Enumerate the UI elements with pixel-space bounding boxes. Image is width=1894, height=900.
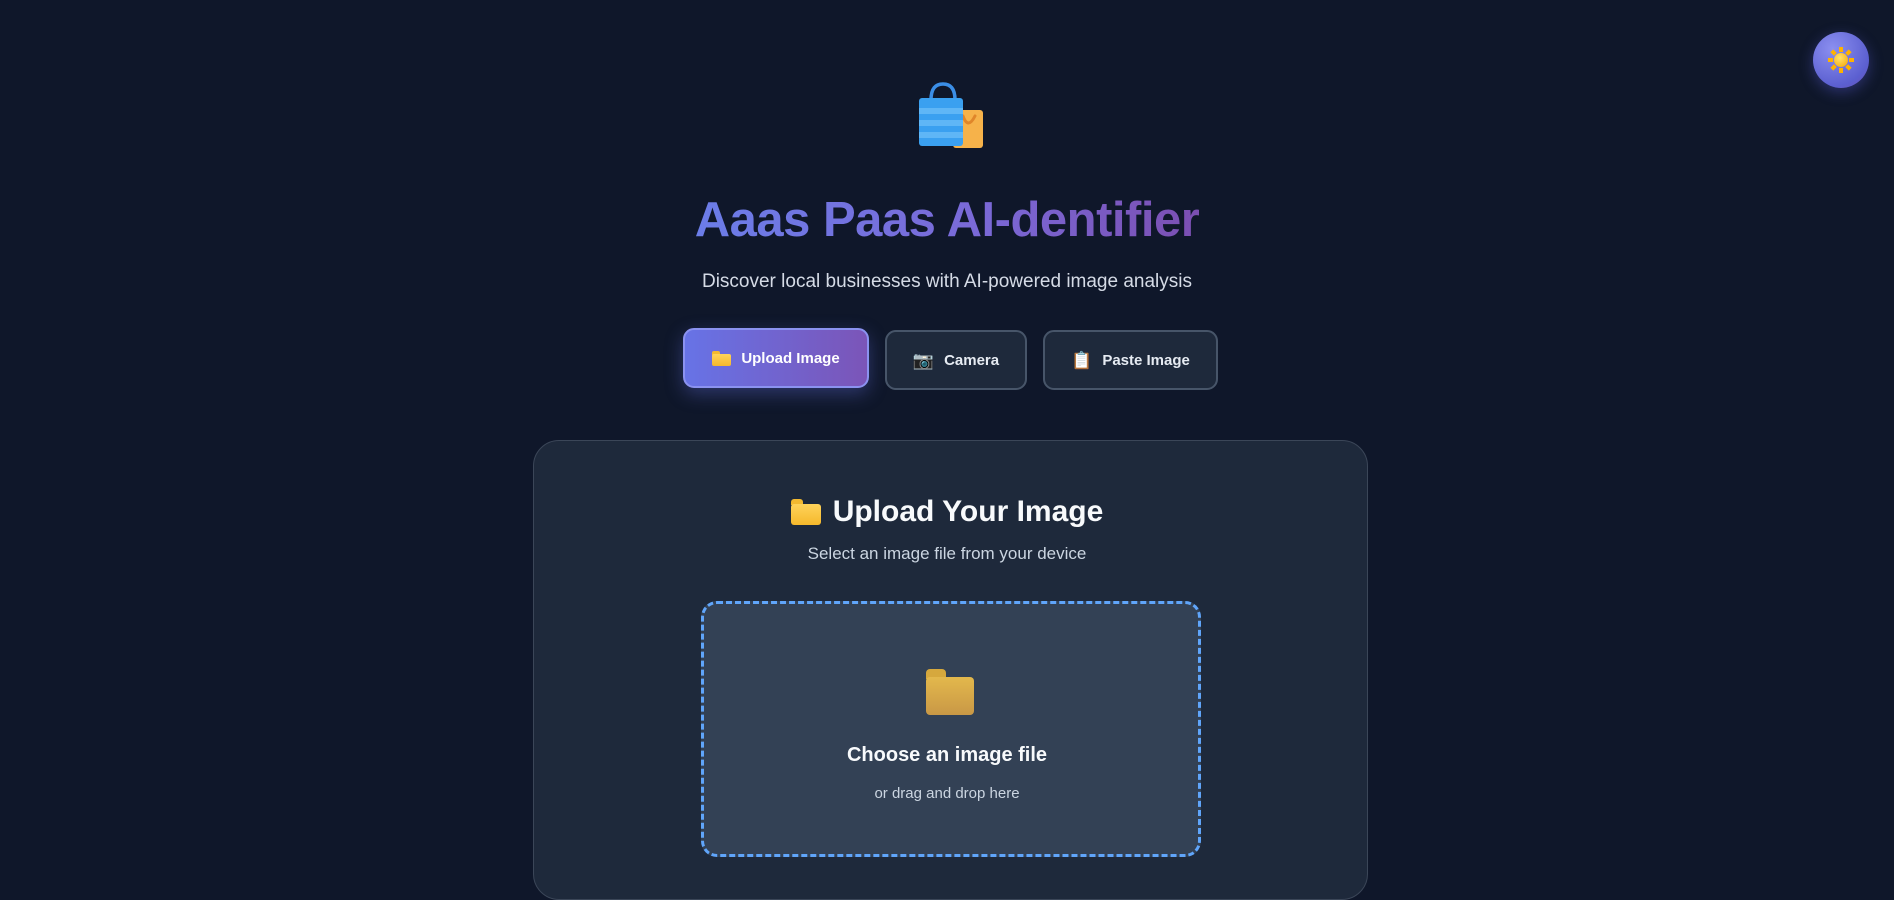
shopping-bags-icon: [919, 82, 983, 148]
camera-icon: 📷: [912, 350, 935, 370]
upload-image-tab[interactable]: Upload Image: [683, 328, 869, 388]
paste-image-tab-label: Paste Image: [1102, 351, 1190, 369]
dropzone-title[interactable]: Choose an image file: [0, 744, 1894, 767]
upload-card-title-text: Upload Your Image: [832, 495, 1104, 528]
folder-icon: [790, 499, 821, 525]
page-title: Aaas Paas AI-dentifier: [694, 193, 1200, 247]
dropzone-subtitle: or drag and drop here: [874, 785, 1020, 802]
upload-image-tab-label: Upload Image: [741, 349, 840, 367]
page-subtitle: Discover local businesses with AI-powere…: [701, 271, 1192, 292]
folder-icon: [712, 350, 732, 366]
folder-icon: [926, 669, 974, 715]
file-dropzone[interactable]: [701, 601, 1201, 857]
camera-tab-label: Camera: [944, 351, 1000, 369]
theme-toggle-button[interactable]: [1813, 32, 1869, 88]
camera-tab[interactable]: 📷 Camera: [885, 330, 1027, 390]
clipboard-icon: 📋: [1071, 350, 1093, 370]
paste-image-tab[interactable]: 📋 Paste Image: [1043, 330, 1218, 390]
upload-card-title: Upload Your Image: [0, 490, 1894, 534]
upload-card-subtitle: Select an image file from your device: [807, 544, 1087, 563]
sun-icon: [1828, 47, 1854, 73]
